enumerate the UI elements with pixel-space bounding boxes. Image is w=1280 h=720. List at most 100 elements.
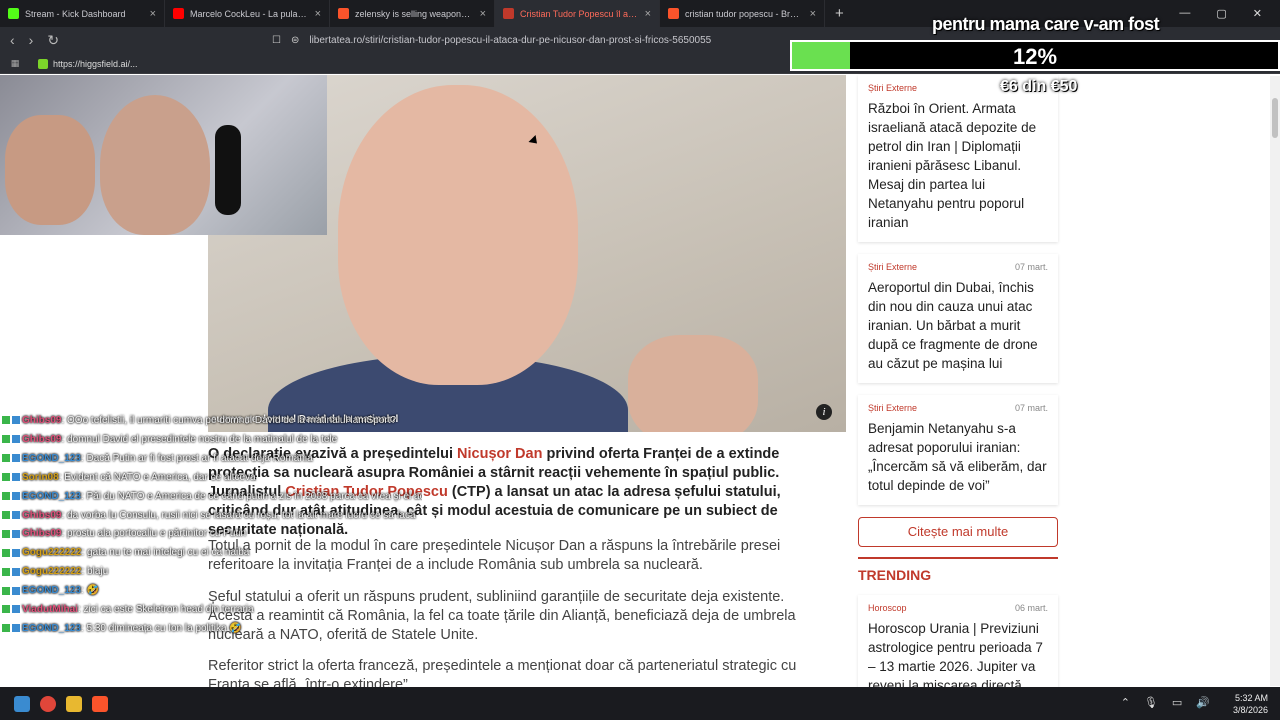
chat-text: : 5:30 dimineața cu Ion la politika 🤣 xyxy=(80,622,242,634)
stream-chat: Ghibs09: OOo tefelistii, il urmariti cum… xyxy=(2,412,422,639)
chat-text: : blaju xyxy=(81,566,109,578)
chat-username[interactable]: Ghibs09 xyxy=(22,434,61,445)
back-icon[interactable]: ‹ xyxy=(10,32,15,49)
subscriber-badge-icon xyxy=(12,529,20,538)
windows-start-icon[interactable] xyxy=(14,695,30,712)
chat-message: Ghibs09: OOo tefelistii, il urmariti cum… xyxy=(2,412,422,431)
subscriber-badge-icon xyxy=(12,435,20,444)
chat-text: : zici ca este Skeletron head din terrar… xyxy=(77,604,254,616)
chrome-icon[interactable] xyxy=(40,695,56,712)
bookmark-item[interactable]: https://higgsfield.ai/... xyxy=(38,58,138,69)
tab-2[interactable]: zelensky is selling weapons - Brave S × xyxy=(330,0,495,27)
subscriber-badge-icon xyxy=(12,491,20,500)
kick-badge-icon xyxy=(2,605,10,614)
minimize-icon[interactable]: — xyxy=(1179,7,1190,20)
sidebar: Știri Externe Război în Orient. Armata is… xyxy=(858,75,1058,717)
chat-username[interactable]: Ghibs09 xyxy=(22,415,61,426)
close-icon[interactable]: × xyxy=(810,8,816,20)
tab-3[interactable]: Cristian Tudor Popescu îl atacă d × xyxy=(495,0,660,27)
maximize-icon[interactable]: ▢ xyxy=(1216,7,1226,20)
mic-icon[interactable]: 🎙 xyxy=(1144,696,1158,709)
card-date: 07 mart. xyxy=(1014,262,1048,272)
taskbar-clock[interactable]: 5:32 AM 3/8/2026 xyxy=(1233,692,1268,716)
card-date: 06 mart. xyxy=(1014,603,1048,613)
chat-username[interactable]: Ghibs09 xyxy=(22,510,61,521)
forward-icon[interactable]: › xyxy=(29,32,34,49)
chat-username[interactable]: EGOND_123 xyxy=(22,491,81,502)
chat-message: EGOND_123: 🤣 xyxy=(2,582,422,601)
tab-label: Marcelo CockLeu - La pula goală (fe xyxy=(190,8,309,19)
explorer-icon[interactable] xyxy=(66,695,82,712)
news-card[interactable]: Știri Externe 07 mart. Benjamin Netanyahu … xyxy=(858,395,1058,505)
kick-badge-icon xyxy=(2,454,10,463)
close-window-icon[interactable]: ✕ xyxy=(1253,7,1262,20)
url-field[interactable]: libertatea.ro/stiri/cristian-tudor-popes… xyxy=(309,35,711,46)
site-info-icon[interactable]: ⊜ xyxy=(291,35,299,46)
card-category[interactable]: Știri Externe xyxy=(868,403,917,413)
scrollbar-thumb[interactable] xyxy=(1272,98,1278,138)
higgsfield-icon xyxy=(38,58,48,69)
chat-text: : Evident că NATO e America, dar ce altc… xyxy=(58,471,256,483)
network-icon[interactable]: ▭ xyxy=(1172,696,1182,709)
clock-time: 5:32 AM xyxy=(1234,693,1268,703)
chat-username[interactable]: EGOND_123 xyxy=(22,453,81,464)
news-card[interactable]: Știri Externe Război în Orient. Armata is… xyxy=(858,75,1058,242)
link-nicusor-dan[interactable]: Nicușor Dan xyxy=(457,446,542,462)
card-title[interactable]: Benjamin Netanyahu s-a adresat poporului… xyxy=(868,419,1048,495)
card-title[interactable]: Horoscop Urania | Previziuni astrologice… xyxy=(868,619,1048,695)
chat-username[interactable]: EGOND_123 xyxy=(22,585,81,596)
read-more-button[interactable]: Citește mai multe xyxy=(858,517,1058,547)
tab-label: Stream - Kick Dashboard xyxy=(25,8,126,19)
card-category[interactable]: Știri Externe xyxy=(868,262,917,272)
kick-badge-icon xyxy=(2,491,10,500)
card-title[interactable]: Război în Orient. Armata israeliană atac… xyxy=(868,99,1048,232)
subscriber-badge-icon xyxy=(12,567,20,576)
chat-text: : Dacă Putin ar fi fost prost ar fi atac… xyxy=(80,452,313,464)
page-scrollbar[interactable] xyxy=(1270,76,1280,686)
news-card[interactable]: Știri Externe 07 mart. Aeroportul din Duba… xyxy=(858,254,1058,383)
chat-username[interactable]: Ghibs09 xyxy=(22,528,61,539)
chat-username[interactable]: Sorin08 xyxy=(22,472,59,483)
chevron-up-icon[interactable]: ⌃ xyxy=(1121,696,1130,709)
tab-4[interactable]: cristian tudor popescu - Brave Search × xyxy=(660,0,825,27)
close-icon[interactable]: × xyxy=(315,8,321,20)
tab-favicon-icon xyxy=(503,8,514,19)
subscriber-badge-icon xyxy=(12,510,20,519)
hero-hand xyxy=(628,335,758,432)
tab-0[interactable]: Stream - Kick Dashboard × xyxy=(0,0,165,27)
close-icon[interactable]: × xyxy=(645,8,651,20)
close-icon[interactable]: × xyxy=(150,8,156,20)
subscriber-badge-icon xyxy=(12,624,20,633)
chat-username[interactable]: Gogu222222 xyxy=(22,547,81,558)
card-title[interactable]: Aeroportul din Dubai, închis din nou din… xyxy=(868,278,1048,373)
new-tab-icon[interactable]: + xyxy=(825,5,854,22)
chat-username[interactable]: EGOND_123 xyxy=(22,623,81,634)
tab-favicon-icon xyxy=(338,8,349,19)
kick-badge-icon xyxy=(2,473,10,482)
tab-label: zelensky is selling weapons - Brave S xyxy=(355,8,474,19)
chat-text: : da vorba lu Consulu, rusii nici se las… xyxy=(61,509,416,521)
reload-icon[interactable]: ↻ xyxy=(47,32,59,49)
kick-badge-icon xyxy=(2,548,10,557)
taskbar: ⌃ 🎙 ▭ 🔊 5:32 AM 3/8/2026 xyxy=(0,687,1280,720)
chat-message: Ghibs09: prostu ala portocaliu e părtini… xyxy=(2,525,422,544)
card-category[interactable]: Știri Externe xyxy=(868,83,917,93)
brave-icon[interactable] xyxy=(92,695,108,712)
card-category[interactable]: Horoscop xyxy=(868,603,907,613)
donation-goal-title: pentru mama care v-am fost xyxy=(932,14,1160,34)
donation-goal-amount: €6 din €50 xyxy=(1000,78,1078,95)
volume-icon[interactable]: 🔊 xyxy=(1196,696,1210,709)
donation-goal-percent: 12% xyxy=(1012,44,1058,69)
kick-badge-icon xyxy=(2,624,10,633)
chat-message: EGOND_123: Păi du NATO e America de ce c… xyxy=(2,488,422,507)
chat-message: Ghibs09: domnul David el presedintele no… xyxy=(2,431,422,450)
window-controls: — ▢ ✕ xyxy=(1179,7,1280,20)
bookmark-icon[interactable]: ☐ xyxy=(272,35,281,46)
info-icon[interactable]: i xyxy=(816,404,832,420)
tab-1[interactable]: Marcelo CockLeu - La pula goală (fe × xyxy=(165,0,330,27)
bookmark-label: https://higgsfield.ai/... xyxy=(53,58,138,69)
apps-grid-icon[interactable]: ▦ xyxy=(0,58,30,69)
chat-username[interactable]: ViadutMihai xyxy=(22,604,78,615)
close-icon[interactable]: × xyxy=(480,8,486,20)
chat-username[interactable]: Gogu222222 xyxy=(22,566,81,577)
